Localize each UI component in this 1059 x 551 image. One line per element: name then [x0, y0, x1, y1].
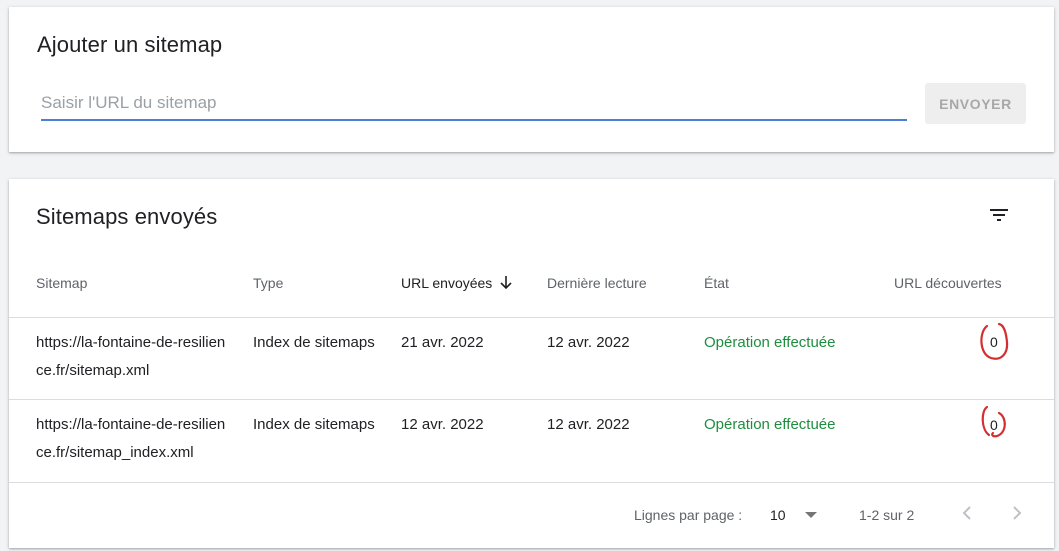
- previous-page-button[interactable]: [955, 501, 979, 525]
- row-url-submitted: 12 avr. 2022: [401, 416, 484, 433]
- column-header-sitemap[interactable]: Sitemap: [36, 275, 87, 291]
- column-header-last-read[interactable]: Dernière lecture: [547, 275, 647, 291]
- chevron-right-icon: [1013, 506, 1022, 520]
- row-last-read: 12 avr. 2022: [547, 416, 630, 433]
- row-sitemap-url[interactable]: https://la-fontaine-de-resilience.fr/sit…: [36, 329, 226, 385]
- next-page-button[interactable]: [1005, 501, 1029, 525]
- row-divider: [9, 399, 1054, 400]
- column-header-url-submitted[interactable]: URL envoyées: [401, 275, 492, 291]
- column-header-status[interactable]: État: [704, 275, 729, 291]
- filter-button[interactable]: [981, 197, 1017, 233]
- send-button[interactable]: ENVOYER: [925, 83, 1026, 124]
- row-sitemap-url[interactable]: https://la-fontaine-de-resilience.fr/sit…: [36, 411, 226, 467]
- header-divider: [9, 317, 1054, 318]
- row-type: Index de sitemaps: [253, 334, 375, 351]
- add-sitemap-card: Ajouter un sitemap ENVOYER: [9, 7, 1054, 152]
- caret-down-icon: [804, 512, 817, 518]
- arrow-downward-icon[interactable]: [498, 273, 514, 293]
- row-url-discovered: 0: [990, 334, 998, 350]
- row-status: Opération effectuée: [704, 416, 836, 433]
- sent-sitemaps-title: Sitemaps envoyés: [36, 204, 218, 229]
- add-sitemap-title: Ajouter un sitemap: [37, 32, 223, 57]
- row-url-submitted: 21 avr. 2022: [401, 334, 484, 351]
- rows-per-page-label: Lignes par page :: [634, 507, 743, 523]
- row-last-read: 12 avr. 2022: [547, 334, 630, 351]
- row-status: Opération effectuée: [704, 334, 836, 351]
- chevron-left-icon: [962, 506, 971, 520]
- sitemap-url-input[interactable]: [41, 89, 907, 121]
- column-header-url-discovered[interactable]: URL découvertes: [894, 275, 1002, 291]
- filter-list-icon: [990, 209, 1008, 221]
- table-footer-divider: [9, 482, 1054, 483]
- row-url-discovered: 0: [990, 417, 998, 433]
- column-header-type[interactable]: Type: [253, 275, 283, 291]
- rows-per-page-select[interactable]: 10: [767, 502, 823, 528]
- rows-per-page-value: 10: [770, 507, 786, 523]
- sent-sitemaps-card: Sitemaps envoyés Sitemap Type URL envoyé…: [9, 179, 1054, 548]
- pagination-range: 1-2 sur 2: [859, 507, 915, 523]
- row-type: Index de sitemaps: [253, 416, 375, 433]
